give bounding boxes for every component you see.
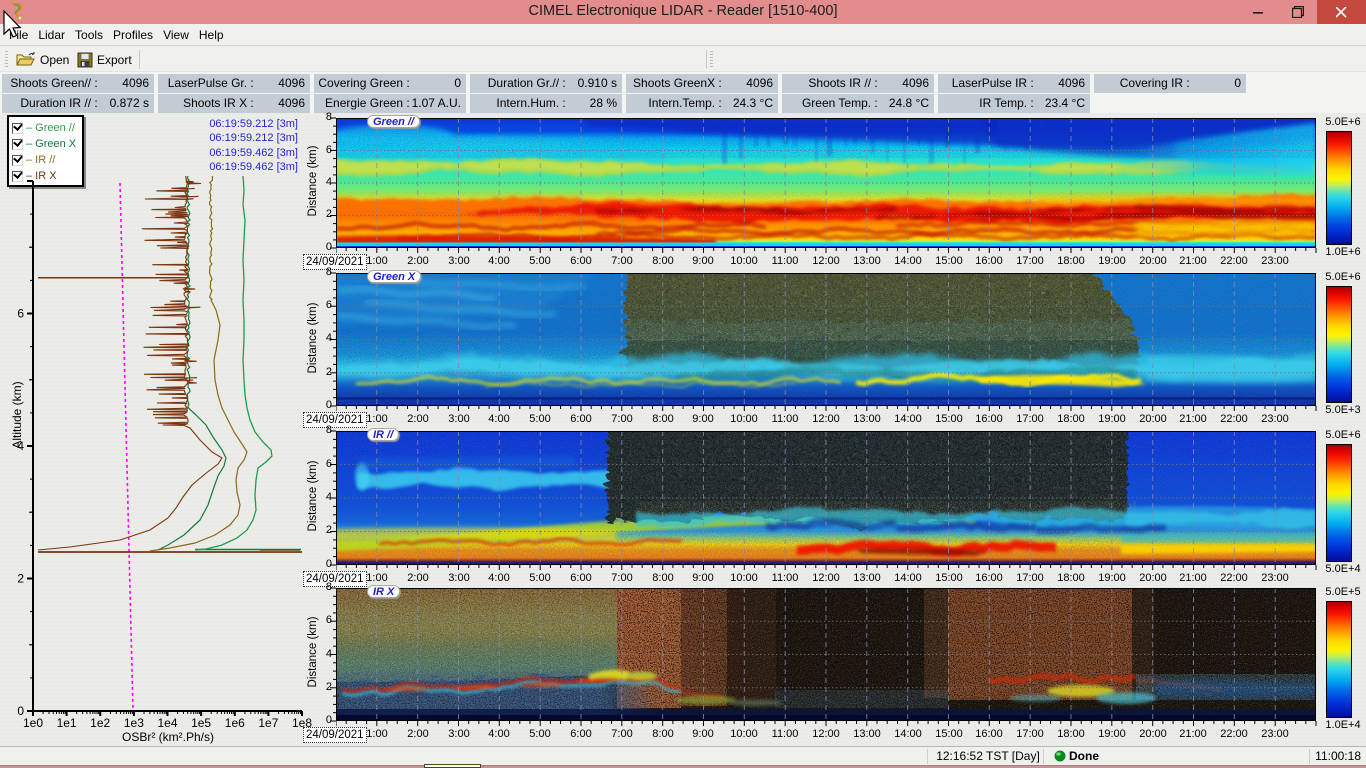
svg-text:4: 4 (17, 439, 24, 453)
svg-text:1e8: 1e8 (292, 716, 312, 730)
svg-text:1e0: 1e0 (23, 716, 43, 730)
svg-text:OSBr² (km².Ph/s): OSBr² (km².Ph/s) (122, 730, 214, 744)
svg-text:1e3: 1e3 (124, 716, 144, 730)
svg-text:1e4: 1e4 (157, 716, 177, 730)
svg-text:1e2: 1e2 (90, 716, 110, 730)
svg-text:2: 2 (17, 572, 24, 586)
svg-text:1e6: 1e6 (225, 716, 245, 730)
svg-text:1e7: 1e7 (258, 716, 278, 730)
svg-text:6: 6 (17, 307, 24, 321)
svg-text:1e5: 1e5 (191, 716, 211, 730)
svg-text:1e1: 1e1 (57, 716, 77, 730)
